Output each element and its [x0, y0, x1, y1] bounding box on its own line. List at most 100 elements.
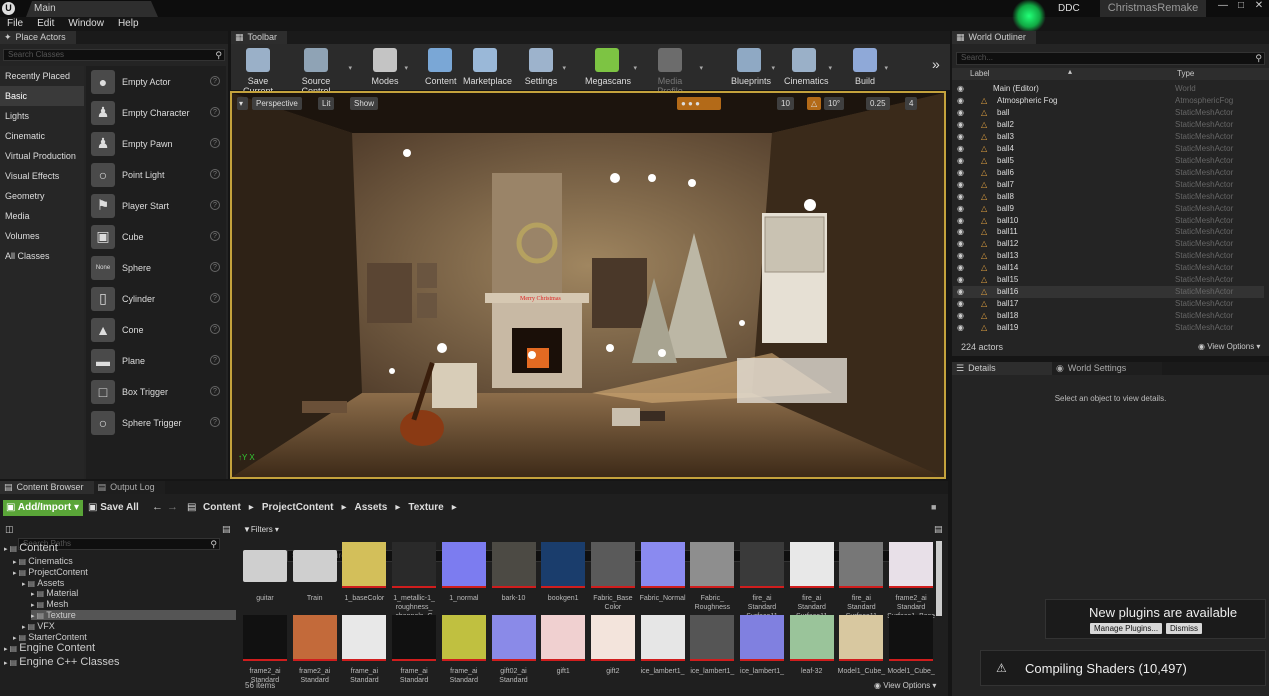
close-icon[interactable]: ✕ — [1250, 0, 1268, 12]
dropdown-arrow-icon[interactable]: ▾ — [562, 64, 566, 72]
settings-button[interactable]: Settings ▾ — [524, 46, 566, 88]
add-import-button[interactable]: ▣ Add/Import ▾ — [3, 500, 83, 516]
dropdown-arrow-icon[interactable]: ▾ — [771, 64, 775, 72]
folder-tree-item[interactable]: ▸ ▤ Assets — [22, 578, 236, 588]
forward-icon[interactable]: → — [167, 501, 178, 513]
maximize-icon[interactable]: □ — [1232, 0, 1250, 12]
folder-tree-item[interactable]: ▸ ▤ StarterContent — [13, 632, 236, 642]
eye-icon[interactable]: ◉ — [957, 274, 967, 286]
actor-item[interactable]: ▲ Cone? — [86, 314, 226, 345]
sources-toggle-icon[interactable]: ◫ — [5, 524, 14, 535]
help-icon[interactable]: ? — [210, 386, 220, 396]
folder-tree-item[interactable]: ▸ ▤ Mesh — [31, 599, 236, 609]
outliner-row[interactable]: ◉ △ ball6 StaticMeshActor — [953, 167, 1264, 179]
dismiss-button[interactable]: Dismiss — [1166, 623, 1202, 634]
eye-icon[interactable]: ◉ — [957, 143, 967, 155]
folder-tree-item[interactable]: ▸ ▤ Content — [4, 542, 236, 554]
texture-thumbnail[interactable] — [491, 615, 536, 659]
category-cinematic[interactable]: Cinematic — [0, 126, 84, 146]
eye-icon[interactable]: ◉ — [957, 179, 967, 191]
texture-thumbnail[interactable] — [342, 615, 387, 659]
world-settings-tab[interactable]: ◉ World Settings — [1052, 362, 1162, 375]
outliner-row[interactable]: ◉ △ ball3 StaticMeshActor — [953, 131, 1264, 143]
actor-item[interactable]: ▯ Cylinder? — [86, 283, 226, 314]
actor-item[interactable]: ♟ Empty Pawn? — [86, 128, 226, 159]
angle-snap-icon[interactable]: △ — [807, 97, 822, 110]
cinematics-button[interactable]: Cinematics ▾ — [784, 46, 832, 88]
eye-icon[interactable]: ◉ — [957, 131, 967, 143]
texture-thumbnail[interactable] — [441, 615, 486, 659]
texture-thumbnail[interactable] — [740, 615, 784, 659]
menu-file[interactable]: File — [0, 17, 30, 30]
eye-icon[interactable]: ◉ — [957, 119, 967, 131]
back-icon[interactable]: ← — [152, 501, 163, 513]
eye-icon[interactable]: ◉ — [957, 322, 967, 334]
asset-scrollbar[interactable] — [936, 541, 942, 616]
perspective-button[interactable]: Perspective — [252, 97, 302, 110]
outliner-row[interactable]: ◉ △ ball2 StaticMeshActor — [953, 119, 1264, 131]
outliner-row[interactable]: ◉ △ ball18 StaticMeshActor — [953, 310, 1264, 322]
camera-speed-value[interactable]: 4 — [905, 97, 918, 110]
category-volumes[interactable]: Volumes — [0, 226, 84, 246]
outliner-row[interactable]: ◉ △ ball19 StaticMeshActor — [953, 322, 1264, 334]
folder-tree-item[interactable]: ▸ ▤ Texture — [31, 610, 236, 620]
modes-button[interactable]: Modes ▾ — [370, 46, 408, 88]
minimize-icon[interactable]: — — [1214, 0, 1232, 12]
category-lights[interactable]: Lights — [0, 106, 84, 126]
outliner-search-input[interactable]: Search... ⚲ — [956, 52, 1265, 65]
breadcrumb-texture[interactable]: Texture — [408, 502, 443, 513]
world-outliner-tab[interactable]: ▦ World Outliner — [952, 31, 1036, 44]
outliner-view-options[interactable]: ◉ View Options ▾ — [1198, 342, 1260, 351]
texture-thumbnail[interactable] — [889, 615, 934, 659]
actor-item[interactable]: ▬ Plane? — [86, 345, 226, 376]
outliner-row[interactable]: ◉ △ ball11 StaticMeshActor — [953, 226, 1264, 238]
dropdown-arrow-icon[interactable]: ▾ — [404, 64, 408, 72]
texture-thumbnail[interactable] — [243, 615, 287, 659]
dropdown-arrow-icon[interactable]: ▾ — [633, 64, 637, 72]
folder-tree-item[interactable]: ▸ ▤ Engine Content — [4, 642, 236, 654]
outliner-row[interactable]: ◉ △ ball9 StaticMeshActor — [953, 203, 1264, 215]
actor-item[interactable]: ○ Sphere Trigger? — [86, 407, 226, 438]
outliner-row[interactable]: ◉ △ ball StaticMeshActor — [953, 107, 1264, 119]
show-button[interactable]: Show — [350, 97, 379, 110]
grid-snap-value[interactable]: 10 — [777, 97, 794, 110]
texture-thumbnail[interactable] — [740, 542, 784, 586]
content-browser-tab[interactable]: ▤ Content Browser — [0, 481, 94, 494]
eye-icon[interactable]: ◉ — [957, 83, 967, 95]
path-view-icon[interactable]: ▤ — [222, 524, 231, 535]
help-icon[interactable]: ? — [210, 200, 220, 210]
texture-thumbnail[interactable] — [541, 542, 586, 586]
search-classes-input[interactable]: Search Classes ⚲ — [3, 49, 225, 61]
eye-icon[interactable]: ◉ — [957, 191, 967, 203]
outliner-row[interactable]: ◉ △ Atmospheric Fog AtmosphericFog — [953, 95, 1264, 107]
eye-icon[interactable]: ◉ — [957, 238, 967, 250]
actor-item[interactable]: □ Box Trigger? — [86, 376, 226, 407]
manage-plugins-button[interactable]: Manage Plugins... — [1090, 623, 1163, 634]
outliner-row[interactable]: ◉ △ ball16 StaticMeshActor — [953, 286, 1264, 299]
texture-thumbnail[interactable] — [640, 542, 685, 586]
texture-thumbnail[interactable] — [690, 615, 735, 659]
texture-thumbnail[interactable] — [839, 615, 884, 659]
category-media[interactable]: Media — [0, 206, 84, 226]
texture-thumbnail[interactable] — [839, 542, 884, 586]
menu-window[interactable]: Window — [61, 17, 111, 30]
texture-thumbnail[interactable] — [491, 542, 536, 586]
eye-icon[interactable]: ◉ — [957, 298, 967, 310]
folder-tree-item[interactable]: ▸ ▤ ProjectContent — [13, 567, 236, 577]
outliner-row[interactable]: ◉ △ ball13 StaticMeshActor — [953, 250, 1264, 262]
outliner-root-row[interactable]: ◉ Main (Editor) World — [953, 83, 1264, 95]
help-icon[interactable]: ? — [210, 231, 220, 241]
texture-thumbnail[interactable] — [541, 615, 586, 659]
col-label[interactable]: Label — [970, 69, 990, 78]
asset-view-icon[interactable]: ▤ — [934, 524, 943, 535]
eye-icon[interactable]: ◉ — [957, 107, 967, 119]
ddc-indicator[interactable]: DDC — [1010, 0, 1100, 33]
eye-icon[interactable]: ◉ — [957, 155, 967, 167]
level-viewport[interactable]: Merry Christmas ▾ Perspective Lit Show ●… — [230, 91, 946, 479]
outliner-row[interactable]: ◉ △ ball7 StaticMeshActor — [953, 179, 1264, 191]
texture-thumbnail[interactable] — [441, 542, 486, 586]
breadcrumb-assets[interactable]: Assets — [355, 502, 388, 513]
eye-icon[interactable]: ◉ — [957, 250, 967, 262]
dropdown-arrow-icon[interactable]: ▾ — [699, 64, 703, 72]
outliner-row[interactable]: ◉ △ ball4 StaticMeshActor — [953, 143, 1264, 155]
